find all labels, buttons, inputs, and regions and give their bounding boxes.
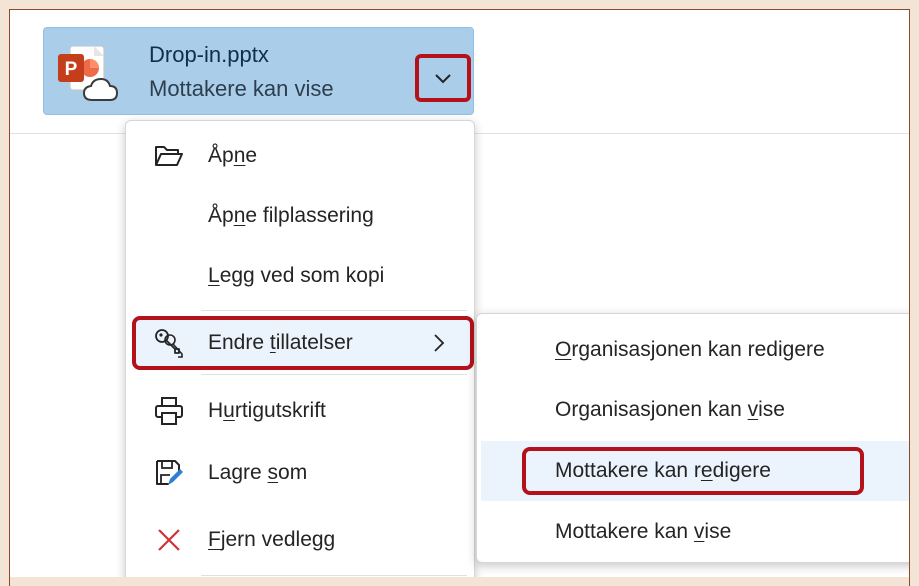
submenu-item-recipients-can-edit[interactable]: Mottakere kan redigere (481, 441, 919, 501)
attachment-context-menu: Åpne Åpne filplassering Legg ved som kop… (125, 120, 475, 586)
menu-item-open-file-location[interactable]: Åpne filplassering (131, 187, 471, 245)
folder-open-icon (153, 140, 185, 172)
powerpoint-cloud-icon: P (58, 45, 130, 102)
attachment-dropdown-button[interactable] (415, 54, 471, 102)
svg-text:P: P (65, 59, 78, 80)
chevron-down-icon (435, 74, 451, 84)
menu-item-quick-print[interactable]: Hurtigutskrift (131, 382, 471, 440)
attachment-file-name: Drop-in.pptx (149, 42, 269, 67)
menu-separator (201, 575, 467, 576)
menu-item-open[interactable]: Åpne (131, 127, 471, 185)
submenu-item-org-can-edit[interactable]: Organisasjonen kan redigere (481, 320, 919, 380)
submenu-item-org-can-view[interactable]: Organisasjonen kan vise (481, 380, 919, 440)
menu-item-remove-attachment[interactable]: Fjern vedlegg (131, 511, 471, 569)
permissions-submenu: Organisasjonen kan redigere Organisasjon… (476, 313, 919, 563)
menu-item-attach-as-copy[interactable]: Legg ved som kopi (131, 247, 471, 305)
menu-item-save-as[interactable]: Lagre som (131, 444, 471, 502)
key-multiple-icon (153, 327, 185, 359)
save-edit-icon (153, 457, 185, 489)
submenu-item-recipients-can-view[interactable]: Mottakere kan vise (481, 502, 919, 562)
dismiss-icon (153, 524, 185, 556)
attachment-chip[interactable]: P Drop-in.pptx Mottakere kan vise (43, 27, 474, 115)
chevron-right-icon (434, 334, 445, 352)
menu-separator (201, 310, 467, 311)
attachment-status: Mottakere kan vise (149, 76, 334, 101)
print-icon (153, 395, 185, 427)
menu-separator (201, 374, 467, 375)
menu-item-change-permissions[interactable]: Endre tillatelser (132, 316, 474, 370)
